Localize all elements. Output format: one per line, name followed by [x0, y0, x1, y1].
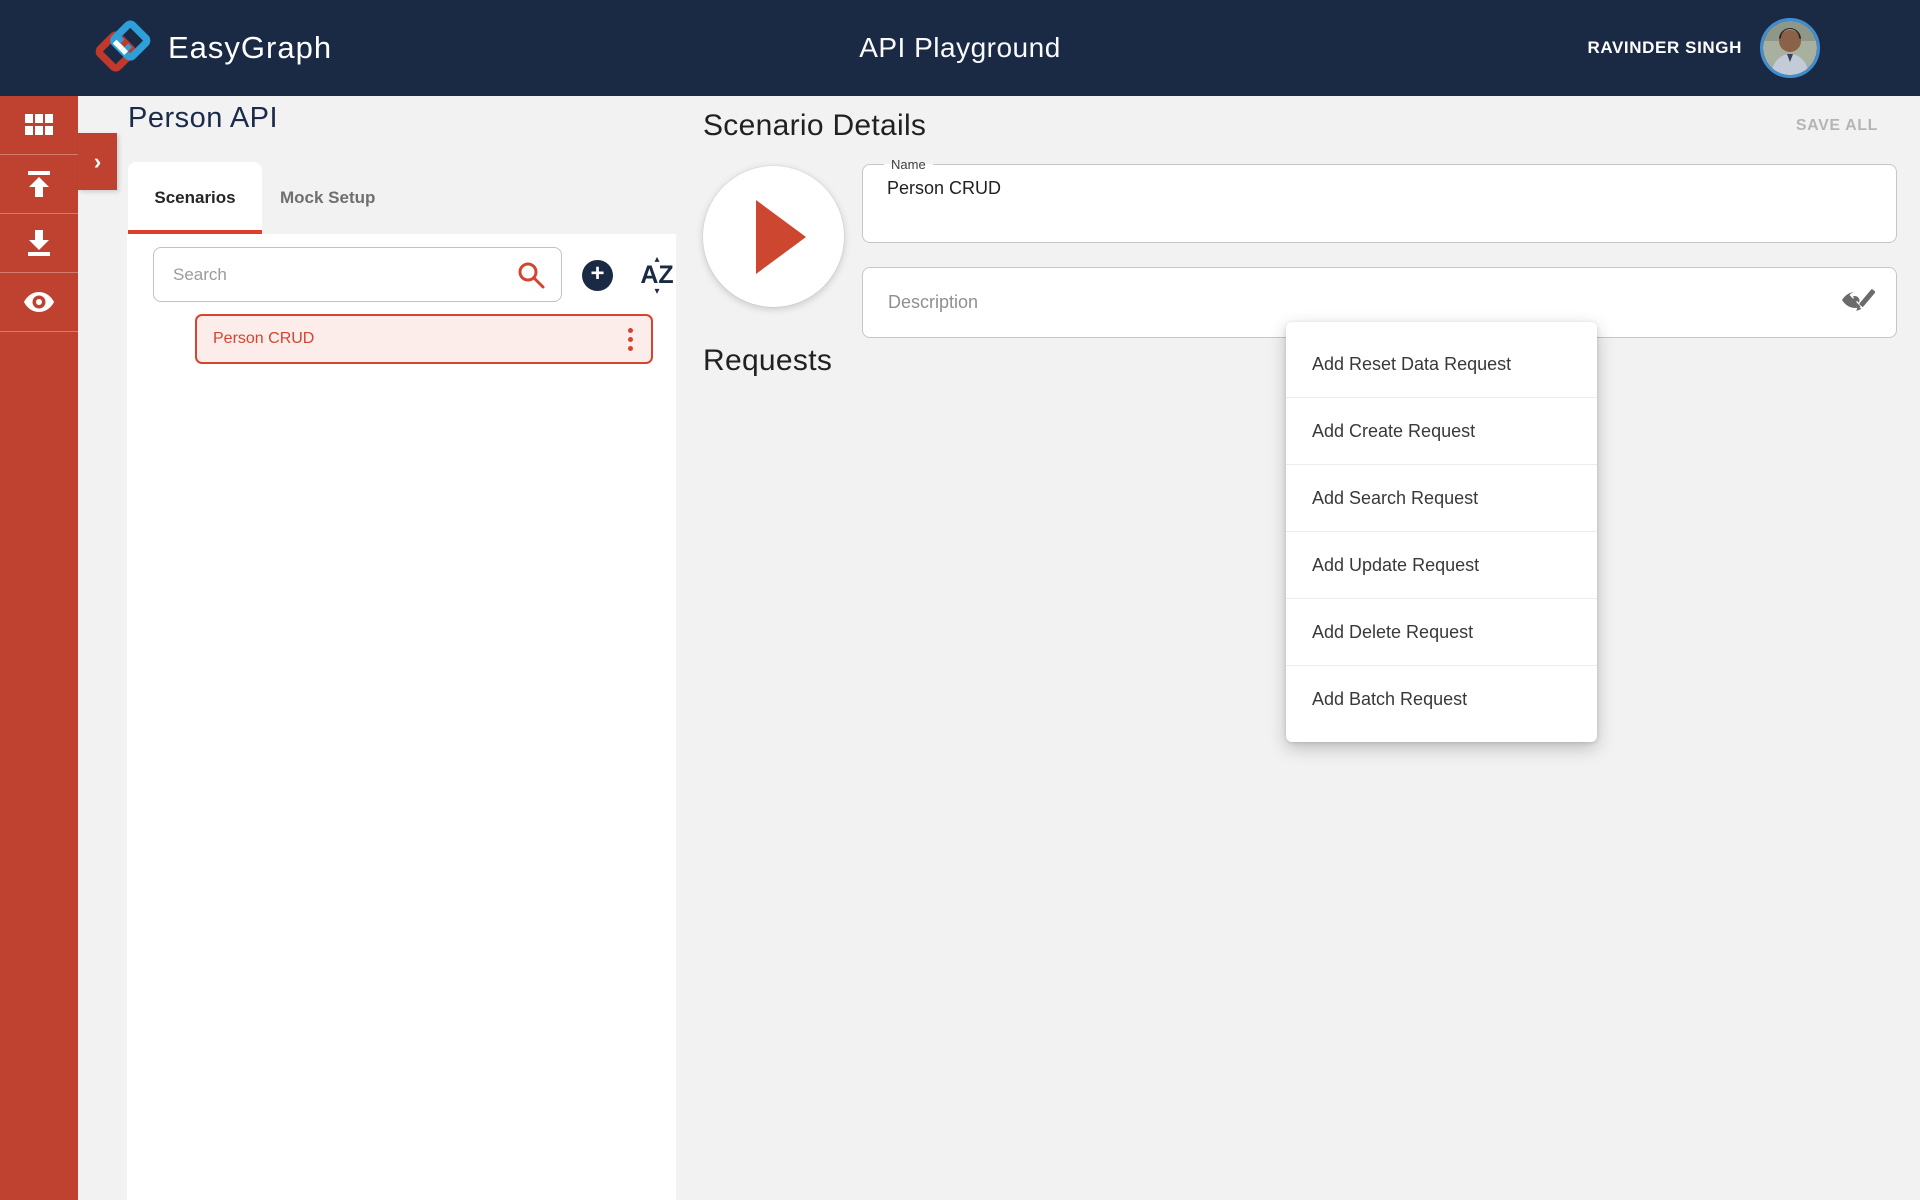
tool-rail: [0, 96, 78, 1200]
scenario-name-field[interactable]: Name: [862, 157, 1897, 243]
user-box: RAVINDER SINGH: [1588, 0, 1821, 96]
sort-down-icon: ▾: [654, 288, 659, 295]
visibility-icon[interactable]: [0, 273, 78, 332]
top-bar: EasyGraph API Playground RAVINDER SINGH: [0, 0, 1920, 96]
kebab-menu-icon[interactable]: [624, 324, 637, 355]
add-scenario-button[interactable]: +: [582, 260, 613, 291]
scenario-name-input[interactable]: [875, 172, 1884, 199]
name-field-label: Name: [884, 157, 933, 172]
menu-item-add-reset-data-request[interactable]: Add Reset Data Request: [1286, 331, 1597, 398]
preview-edit-icon[interactable]: [1841, 286, 1875, 320]
tab-scenarios[interactable]: Scenarios: [128, 162, 262, 234]
scenario-details-heading: Scenario Details: [703, 109, 926, 143]
upload-icon[interactable]: [0, 155, 78, 214]
add-request-menu: Add Reset Data Request Add Create Reques…: [1286, 322, 1597, 742]
menu-item-add-create-request[interactable]: Add Create Request: [1286, 398, 1597, 465]
download-icon[interactable]: [0, 214, 78, 273]
sort-alphabetical-button[interactable]: ▴ AZ ▾: [631, 247, 683, 303]
scenario-list-item[interactable]: Person CRUD: [195, 314, 653, 364]
apps-grid-icon[interactable]: [0, 96, 78, 155]
api-title: Person API: [128, 102, 278, 135]
menu-item-add-update-request[interactable]: Add Update Request: [1286, 532, 1597, 599]
tab-mock-setup-label: Mock Setup: [280, 188, 375, 208]
menu-item-add-batch-request[interactable]: Add Batch Request: [1286, 666, 1597, 733]
menu-item-add-delete-request[interactable]: Add Delete Request: [1286, 599, 1597, 666]
expand-panel-chevron[interactable]: ›: [78, 133, 117, 190]
run-scenario-button[interactable]: [703, 166, 844, 307]
save-all-button[interactable]: SAVE ALL: [1796, 117, 1878, 135]
search-input[interactable]: [153, 247, 562, 302]
search-icon[interactable]: [516, 260, 546, 290]
sort-az-label: AZ: [640, 263, 673, 288]
user-name: RAVINDER SINGH: [1588, 38, 1743, 58]
tab-mock-setup[interactable]: Mock Setup: [280, 162, 375, 234]
chevron-right-icon: ›: [94, 149, 101, 175]
menu-item-add-search-request[interactable]: Add Search Request: [1286, 465, 1597, 532]
play-icon: [756, 200, 806, 274]
plus-icon: +: [590, 262, 604, 286]
tab-scenarios-label: Scenarios: [154, 188, 235, 208]
requests-heading: Requests: [703, 344, 832, 378]
scenario-list-panel: + ▴ AZ ▾ Person CRUD: [127, 234, 676, 1200]
scenario-name: Person CRUD: [213, 330, 624, 348]
user-avatar[interactable]: [1760, 18, 1820, 78]
